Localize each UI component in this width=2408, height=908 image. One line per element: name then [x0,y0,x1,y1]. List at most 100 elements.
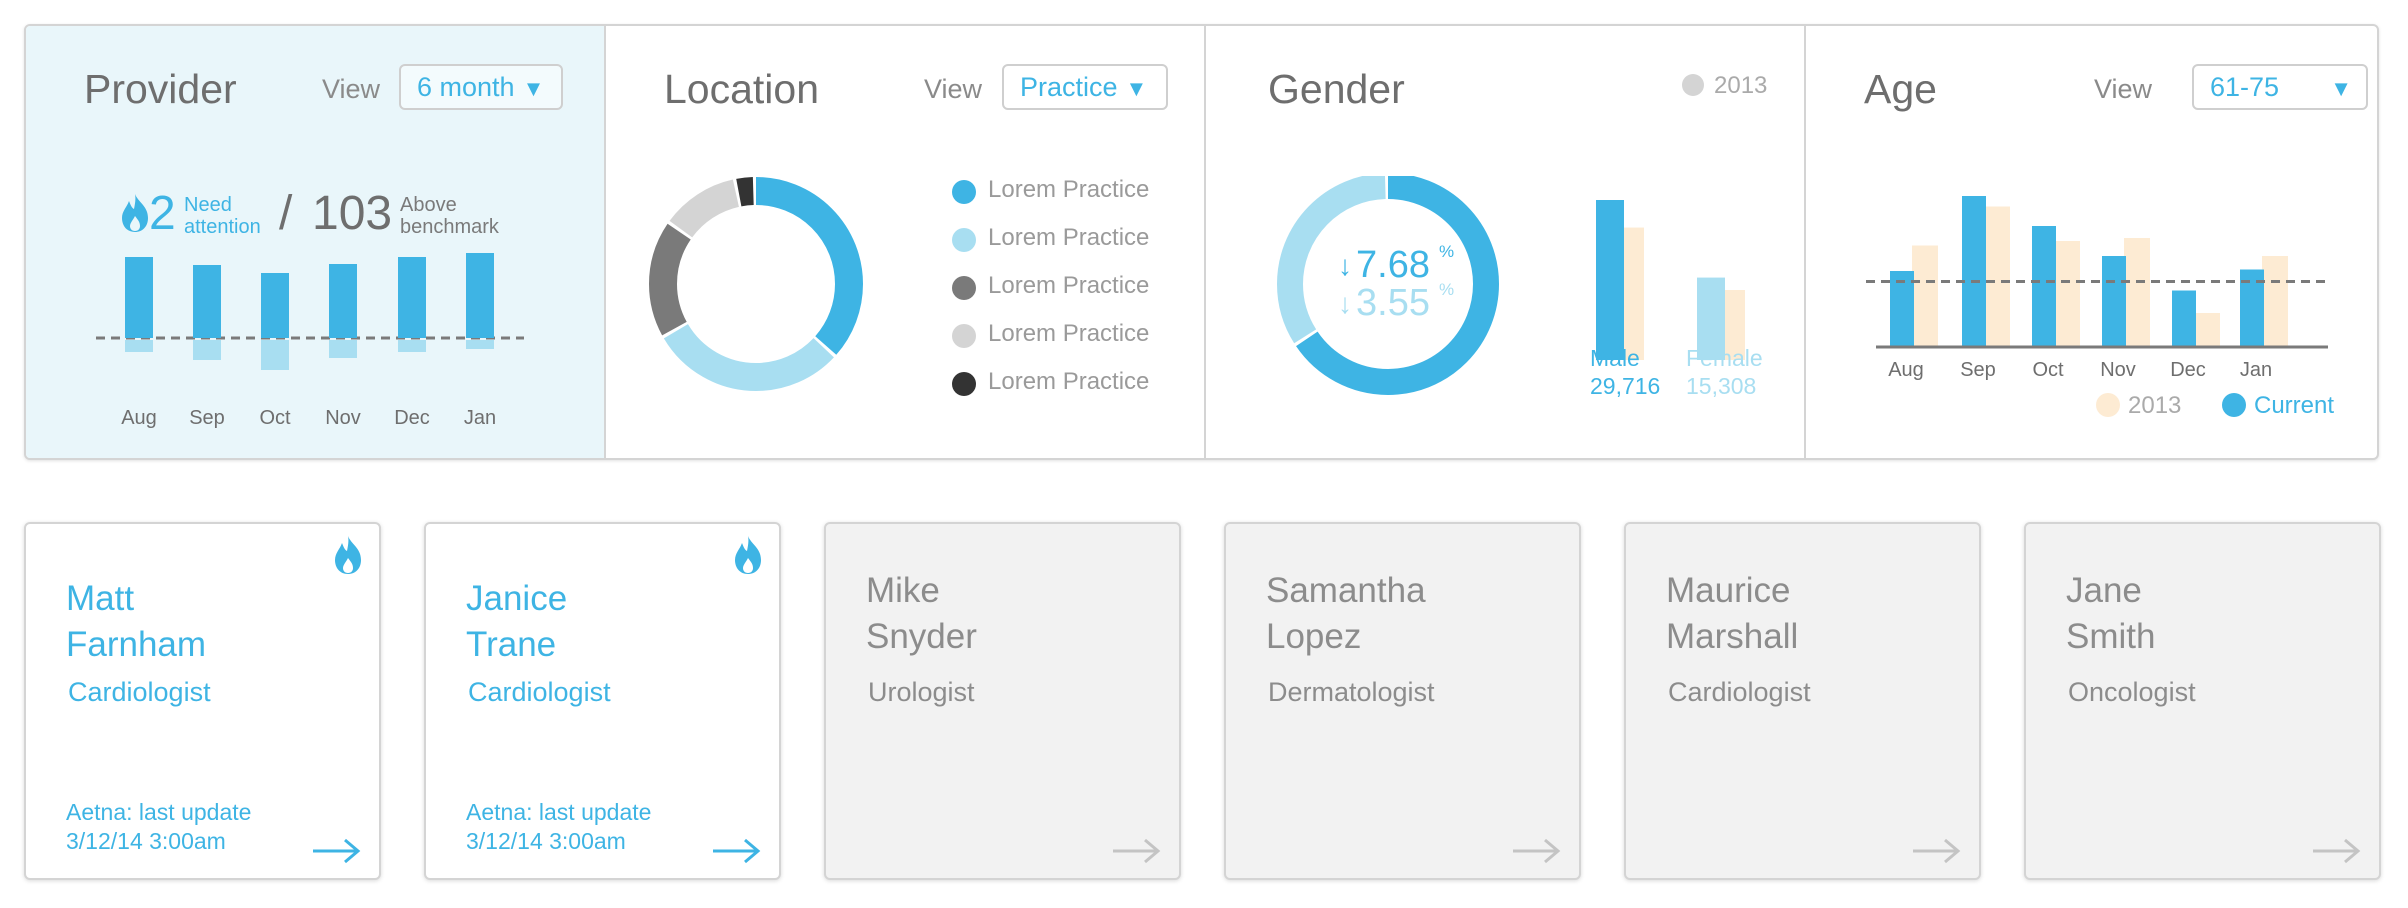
legend-label: Lorem Practice [988,224,1150,251]
chevron-down-icon: ▼ [522,76,545,101]
provider-specialty: Dermatologist [1268,677,1435,707]
female-stat: Female 15,308 [1686,344,1763,400]
legend-item: Lorem Practice [952,224,1192,272]
female-value: 15,308 [1686,373,1757,399]
location-legend: Lorem Practice Lorem Practice Lorem Practi… [952,176,1192,416]
legend-2013-dot [1682,74,1704,96]
legend-item: Lorem Practice [952,320,1192,368]
x-tick-label: Aug [1888,359,1924,381]
x-tick-label: Jan [464,407,496,429]
provider-card[interactable]: Mike Snyder Urologist [824,522,1181,880]
x-tick-label: Aug [121,407,157,429]
percent-sign: % [1439,280,1455,299]
provider-card[interactable]: Jane Smith Oncologist [2024,522,2381,880]
bar-current [1596,200,1624,360]
legend-current-dot [2222,393,2246,417]
legend-dot [952,372,976,396]
bar-current [2172,290,2196,346]
bar-2013 [2054,241,2080,346]
provider-view-select[interactable]: 6 month ▼ [399,64,563,110]
legend-dot [952,324,976,348]
x-tick-label: Jan [2240,359,2272,381]
provider-specialty: Oncologist [2068,677,2196,707]
gender-title: Gender [1268,66,1405,112]
age-bar-chart: Aug Sep Oct Nov Dec Jan [1866,196,2328,381]
bar-below [329,340,357,358]
provider-specialty: Cardiologist [468,677,611,707]
fire-icon [335,536,361,574]
legend-label: Lorem Practice [988,320,1150,347]
arrow-right-icon[interactable] [1511,838,1561,864]
above-benchmark-count: 103 [312,187,393,240]
x-tick-label: Nov [325,407,361,429]
x-tick-label: Oct [2032,359,2064,381]
arrow-right-icon[interactable] [711,838,761,864]
bar-below [261,340,289,370]
legend-item: Lorem Practice [952,368,1192,416]
provider-specialty: Cardiologist [68,677,211,707]
chevron-down-icon: ▼ [1125,76,1148,101]
age-view-select[interactable]: 61-75 ▼ [2192,64,2368,110]
bar-2013 [1984,206,2010,346]
provider-specialty: Cardiologist [1668,677,1811,707]
legend-dot [952,180,976,204]
age-view-label: View [2094,74,2153,104]
bar-below [398,340,426,352]
provider-cards: Matt Farnham Cardiologist Aetna: last up… [24,522,2384,882]
legend-label: Lorem Practice [988,272,1150,299]
arrow-right-icon[interactable] [2311,838,2361,864]
bar-2013 [2124,238,2150,346]
prior-percent: 3.55 [1356,282,1430,324]
bar-current [329,264,357,338]
bar-current [2102,256,2126,346]
provider-card[interactable]: Samantha Lopez Dermatologist [1224,522,1581,880]
legend-label: Lorem Practice [988,368,1150,395]
bar-current [1962,196,1986,346]
provider-card[interactable]: Maurice Marshall Cardiologist [1624,522,1981,880]
location-view-value: Practice [1020,72,1118,102]
female-label: Female [1686,345,1763,371]
bar-current [261,273,289,338]
need-attention-count: 2 [149,187,176,240]
legend-dot [952,228,976,252]
arrow-right-icon[interactable] [311,838,361,864]
legend-label: Lorem Practice [988,176,1150,203]
provider-name: Maurice Marshall [1666,571,1799,656]
location-donut-chart [649,177,863,391]
location-title: Location [664,66,820,112]
bar-below [466,340,494,349]
arrow-down-icon: ↓ [1338,288,1352,319]
bar-current [466,253,494,338]
age-view-value: 61-75 [2210,72,2280,102]
provider-view-label: View [322,74,381,104]
legend-current-label: Current [2254,392,2335,419]
x-tick-label: Nov [2100,359,2136,381]
fire-icon [735,536,761,574]
arrow-right-icon[interactable] [1111,838,1161,864]
chevron-down-icon: ▼ [2330,76,2352,101]
male-value: 29,716 [1590,373,1661,399]
provider-card[interactable]: Janice Trane Cardiologist Aetna: last up… [424,522,781,880]
bar-current [398,257,426,338]
bar-below [193,340,221,360]
location-view-select[interactable]: Practice ▼ [1002,64,1168,110]
arrow-down-icon: ↓ [1338,250,1352,281]
legend-2013-label: 2013 [1714,72,1768,99]
separator-slash: / [279,187,293,240]
male-label: Male [1590,345,1640,371]
gender-percentages: ↓ 7.68 % ↓ 3.55 % [1326,242,1466,324]
provider-panel: Provider View 6 month ▼ 2 Need attention … [26,26,604,458]
arrow-right-icon[interactable] [1911,838,1961,864]
provider-specialty: Urologist [868,677,975,707]
location-panel: Location View Practice ▼ Lorem Practice Lo… [604,26,1204,458]
last-update: Aetna: last update 3/12/14 3:00am [466,799,652,854]
above-benchmark-label: Above benchmark [400,194,499,238]
x-tick-label: Sep [1960,359,1996,381]
legend-2013-dot [2096,393,2120,417]
percent-sign: % [1439,242,1455,261]
gender-panel: Gender 2013 ↓ 7.68 % ↓ 3.55 % Male 29,71… [1204,26,1804,458]
bar-2013 [1912,245,1938,346]
provider-name: Mike Snyder [866,571,977,656]
provider-name: Jane Smith [2066,571,2156,656]
provider-card[interactable]: Matt Farnham Cardiologist Aetna: last up… [24,522,381,880]
